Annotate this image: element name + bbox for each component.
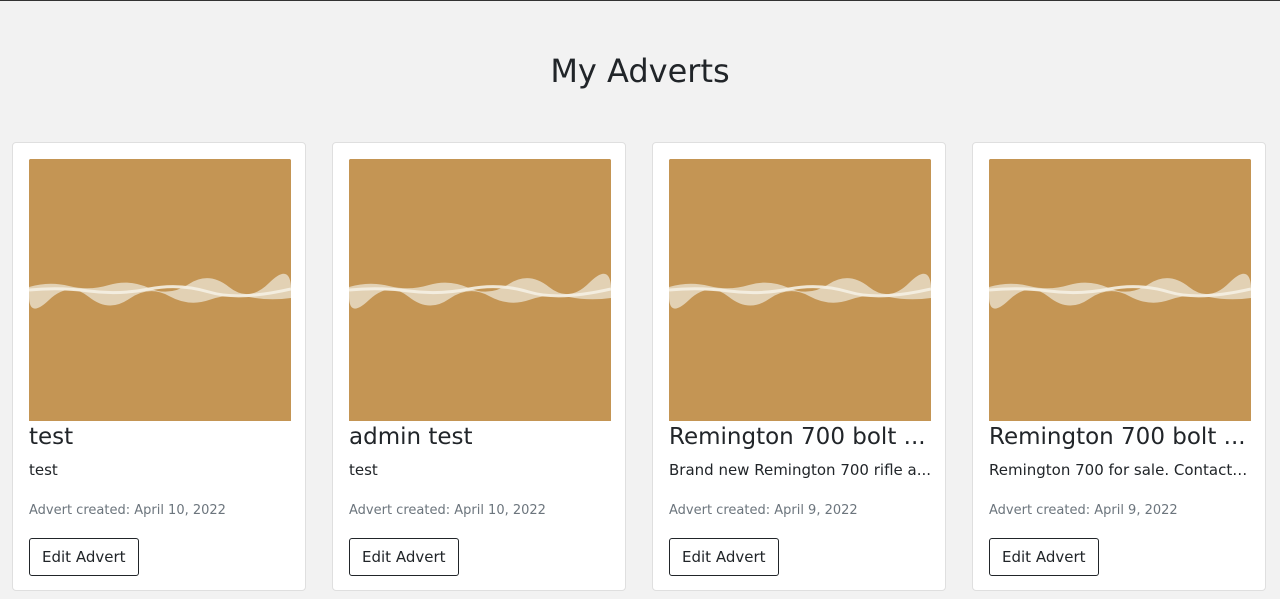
advert-card: admin test test Advert created: April 10… bbox=[332, 142, 626, 591]
advert-card: Remington 700 bolt ... Brand new Remingt… bbox=[652, 142, 946, 591]
advert-description: test bbox=[29, 461, 58, 479]
advert-created-date: Advert created: April 9, 2022 bbox=[989, 503, 1178, 518]
advert-description: test bbox=[349, 461, 378, 479]
advert-title: Remington 700 bolt ... bbox=[989, 424, 1246, 450]
adverts-grid: test test Advert created: April 10, 2022… bbox=[12, 142, 1268, 599]
rope-image-icon bbox=[669, 159, 931, 421]
advert-card: Remington 700 bolt ... Remington 700 for… bbox=[972, 142, 1266, 591]
advert-created-date: Advert created: April 9, 2022 bbox=[669, 503, 858, 518]
rope-image-icon bbox=[349, 159, 611, 421]
advert-description: Remington 700 for sale. Contact ... bbox=[989, 461, 1251, 479]
advert-image bbox=[989, 159, 1251, 421]
edit-advert-button[interactable]: Edit Advert bbox=[29, 538, 139, 576]
top-border bbox=[0, 0, 1280, 1]
advert-created-date: Advert created: April 10, 2022 bbox=[349, 503, 546, 518]
advert-title: test bbox=[29, 424, 74, 450]
advert-title: admin test bbox=[349, 424, 473, 450]
advert-description: Brand new Remington 700 rifle a... bbox=[669, 461, 931, 479]
advert-image bbox=[29, 159, 291, 421]
advert-created-date: Advert created: April 10, 2022 bbox=[29, 503, 226, 518]
advert-title: Remington 700 bolt ... bbox=[669, 424, 926, 450]
advert-card: test test Advert created: April 10, 2022… bbox=[12, 142, 306, 591]
edit-advert-button[interactable]: Edit Advert bbox=[349, 538, 459, 576]
advert-image bbox=[669, 159, 931, 421]
rope-image-icon bbox=[989, 159, 1251, 421]
rope-image-icon bbox=[29, 159, 291, 421]
edit-advert-button[interactable]: Edit Advert bbox=[989, 538, 1099, 576]
edit-advert-button[interactable]: Edit Advert bbox=[669, 538, 779, 576]
page-title: My Adverts bbox=[550, 52, 730, 90]
advert-image bbox=[349, 159, 611, 421]
